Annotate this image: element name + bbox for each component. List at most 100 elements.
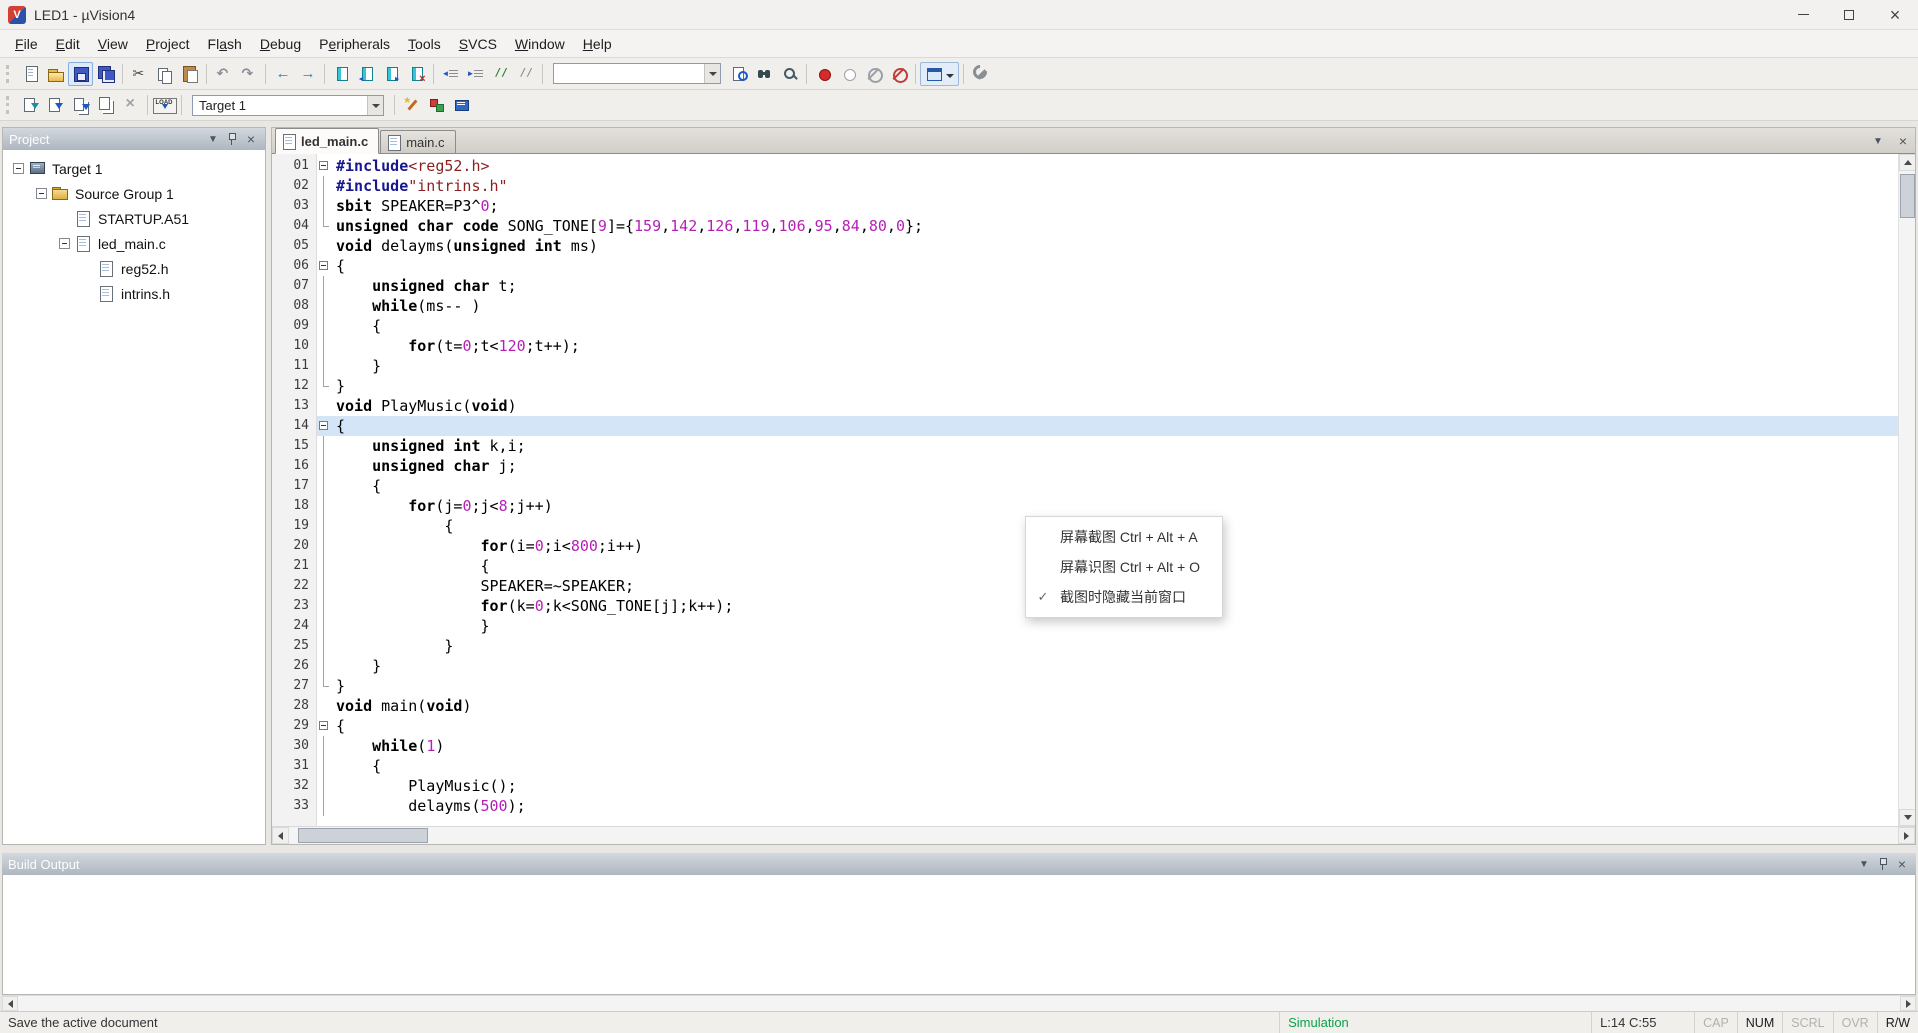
manage-components-button[interactable] (424, 93, 449, 117)
code-line[interactable]: 13 void PlayMusic(void) (272, 396, 1915, 416)
line-number[interactable]: 01 (272, 156, 317, 176)
code-text[interactable]: void PlayMusic(void) (332, 396, 1915, 416)
save-all-button[interactable] (93, 62, 118, 86)
tree-item-target-1[interactable]: Target 1 (3, 156, 265, 181)
bp-disable-all-button[interactable] (861, 62, 886, 86)
minimize-button[interactable] (1780, 0, 1826, 29)
build-output-content[interactable] (2, 875, 1916, 995)
tab-close-icon[interactable]: × (1895, 133, 1911, 149)
line-number[interactable]: 05 (272, 236, 317, 256)
bookmark-next-button[interactable] (379, 62, 404, 86)
bp-enable-button[interactable] (836, 62, 861, 86)
code-text[interactable]: unsigned char code SONG_TONE[9]={159,142… (332, 216, 1915, 236)
bookmark-toggle-button[interactable] (329, 62, 354, 86)
line-number[interactable]: 31 (272, 756, 317, 776)
scroll-left-button[interactable] (272, 827, 289, 844)
line-number[interactable]: 29 (272, 716, 317, 736)
context-menu-item[interactable]: 屏幕截图 Ctrl + Alt + A (1026, 522, 1222, 552)
code-line[interactable]: 04 unsigned char code SONG_TONE[9]={159,1… (272, 216, 1915, 236)
line-number[interactable]: 02 (272, 176, 317, 196)
indent-button[interactable] (463, 62, 488, 86)
code-line[interactable]: 31 { (272, 756, 1915, 776)
code-line[interactable]: 26 } (272, 656, 1915, 676)
code-line[interactable]: 09 { (272, 316, 1915, 336)
code-line[interactable]: 11 } (272, 356, 1915, 376)
horizontal-scrollbar-thumb[interactable] (298, 828, 428, 843)
save-button[interactable] (68, 61, 93, 86)
code-text[interactable]: void delayms(unsigned int ms) (332, 236, 1915, 256)
context-menu-item[interactable]: 屏幕识图 Ctrl + Alt + O (1026, 552, 1222, 582)
code-text[interactable]: unsigned int k,i; (332, 436, 1915, 456)
target-selector[interactable]: Target 1 (192, 94, 384, 116)
code-line[interactable]: 05 void delayms(unsigned int ms) (272, 236, 1915, 256)
code-text[interactable]: } (332, 676, 1915, 696)
open-folder-button[interactable] (43, 62, 68, 86)
code-line[interactable]: 27} (272, 676, 1915, 696)
nav-back-button[interactable] (270, 62, 295, 86)
line-number[interactable]: 07 (272, 276, 317, 296)
tree-item-reg52-h[interactable]: reg52.h (3, 256, 265, 281)
horizontal-splitter[interactable] (0, 845, 1918, 853)
nav-forward-button[interactable] (295, 62, 320, 86)
code-line[interactable]: 15 unsigned int k,i; (272, 436, 1915, 456)
line-number[interactable]: 06 (272, 256, 317, 276)
tab-main-c[interactable]: main.c (380, 130, 456, 153)
line-number[interactable]: 26 (272, 656, 317, 676)
incremental-find-button[interactable] (777, 62, 802, 86)
code-text[interactable]: for(t=0;t<120;t++); (332, 336, 1915, 356)
bp-kill-all-button[interactable] (886, 62, 911, 86)
panel-close-icon[interactable]: × (243, 131, 259, 147)
search-input[interactable] (554, 64, 704, 83)
code-text[interactable]: } (332, 376, 1915, 396)
find-in-files-button[interactable] (727, 62, 752, 86)
menu-view[interactable]: View (89, 32, 137, 56)
dropdown-arrow-icon[interactable] (704, 64, 720, 83)
line-number[interactable]: 18 (272, 496, 317, 516)
vertical-scrollbar[interactable] (1898, 154, 1915, 826)
debug-views-button[interactable] (920, 61, 959, 86)
line-number[interactable]: 17 (272, 476, 317, 496)
code-text[interactable]: { (332, 756, 1915, 776)
line-number[interactable]: 11 (272, 356, 317, 376)
line-number[interactable]: 32 (272, 776, 317, 796)
tab-led-main-c[interactable]: led_main.c (275, 128, 380, 154)
paste-button[interactable] (177, 62, 202, 86)
line-number[interactable]: 15 (272, 436, 317, 456)
code-text[interactable]: for(j=0;j<8;j++) (332, 496, 1915, 516)
comment-button[interactable] (488, 62, 513, 86)
code-line[interactable]: 07 unsigned char t; (272, 276, 1915, 296)
fold-toggle-icon[interactable] (319, 721, 328, 730)
code-line[interactable]: 33 delayms(500); (272, 796, 1915, 816)
bookmark-prev-button[interactable] (354, 62, 379, 86)
line-number[interactable]: 19 (272, 516, 317, 536)
code-lines[interactable]: 01 #include<reg52.h> 02 #include"intrins.h"… (272, 154, 1915, 826)
line-number[interactable]: 13 (272, 396, 317, 416)
panel-close-icon[interactable]: × (1894, 856, 1910, 872)
line-number[interactable]: 33 (272, 796, 317, 816)
fold-toggle-icon[interactable] (319, 421, 328, 430)
line-number[interactable]: 25 (272, 636, 317, 656)
rebuild-button[interactable] (68, 93, 93, 117)
code-line[interactable]: 24 } (272, 616, 1915, 636)
menu-file[interactable]: File (6, 32, 47, 56)
options-target-button[interactable] (399, 93, 424, 117)
menu-flash[interactable]: Flash (199, 32, 251, 56)
tree-item-intrins-h[interactable]: intrins.h (3, 281, 265, 306)
menu-tools[interactable]: Tools (399, 32, 450, 56)
outdent-button[interactable] (438, 62, 463, 86)
code-line[interactable]: 32 PlayMusic(); (272, 776, 1915, 796)
line-number[interactable]: 10 (272, 336, 317, 356)
menu-debug[interactable]: Debug (251, 32, 310, 56)
vertical-scrollbar-thumb[interactable] (1900, 174, 1915, 218)
line-number[interactable]: 22 (272, 576, 317, 596)
line-number[interactable]: 09 (272, 316, 317, 336)
code-text[interactable]: delayms(500); (332, 796, 1915, 816)
menu-help[interactable]: Help (574, 32, 621, 56)
code-line[interactable]: 25 } (272, 636, 1915, 656)
dropdown-arrow-icon[interactable] (367, 95, 383, 115)
code-text[interactable]: sbit SPEAKER=P3^0; (332, 196, 1915, 216)
line-number[interactable]: 28 (272, 696, 317, 716)
scroll-right-button[interactable] (1900, 996, 1916, 1011)
line-number[interactable]: 16 (272, 456, 317, 476)
line-number[interactable]: 23 (272, 596, 317, 616)
